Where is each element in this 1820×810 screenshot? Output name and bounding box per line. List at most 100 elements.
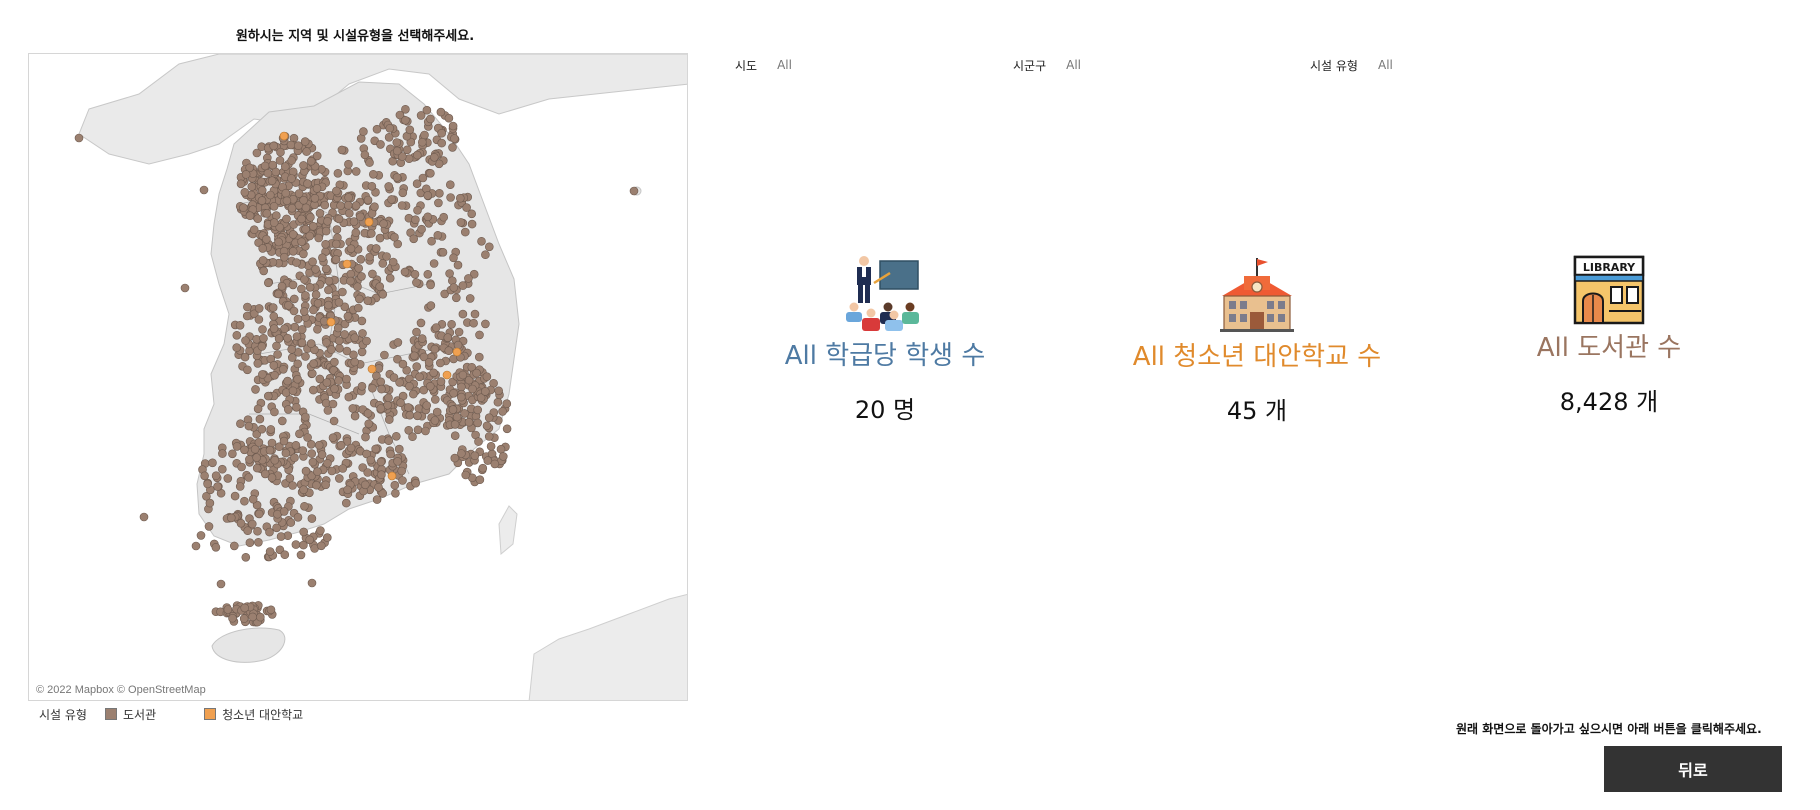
- facility-dot-library[interactable]: [230, 541, 239, 551]
- facility-dot-library[interactable]: [401, 116, 410, 125]
- facility-dot-library[interactable]: [343, 311, 353, 321]
- facility-dot-library[interactable]: [299, 540, 308, 550]
- facility-dot-library[interactable]: [288, 280, 298, 290]
- facility-dot-library[interactable]: [455, 193, 465, 203]
- facility-dot-library[interactable]: [252, 453, 261, 462]
- facility-dot-library[interactable]: [223, 474, 233, 483]
- facility-dot-library[interactable]: [351, 201, 361, 210]
- facility-dot-library[interactable]: [308, 222, 318, 231]
- facility-dot-library[interactable]: [312, 184, 322, 193]
- facility-dot-library[interactable]: [251, 385, 260, 394]
- facility-dot-library[interactable]: [314, 440, 324, 450]
- facility-dot-library[interactable]: [299, 485, 308, 495]
- facility-dot-library[interactable]: [426, 280, 435, 290]
- facility-dot-library[interactable]: [203, 479, 212, 489]
- facility-dot-library[interactable]: [297, 214, 306, 224]
- facility-dot-library[interactable]: [293, 359, 303, 369]
- facility-dot-alternative-school[interactable]: [442, 370, 452, 380]
- facility-dot-library[interactable]: [262, 235, 271, 244]
- facility-dot-library[interactable]: [452, 412, 462, 422]
- facility-dot-library[interactable]: [276, 532, 286, 541]
- facility-dot-library[interactable]: [502, 399, 512, 409]
- facility-dot-library[interactable]: [386, 449, 395, 459]
- facility-dot-library[interactable]: [464, 417, 474, 427]
- facility-dot-library[interactable]: [629, 186, 639, 196]
- facility-dot-library[interactable]: [398, 359, 408, 369]
- facility-dot-library[interactable]: [334, 376, 343, 385]
- facility-dot-library[interactable]: [308, 257, 317, 266]
- facility-dot-library[interactable]: [377, 384, 386, 394]
- facility-dot-library[interactable]: [445, 180, 455, 189]
- facility-dot-library[interactable]: [482, 372, 492, 382]
- facility-dot-library[interactable]: [375, 282, 385, 291]
- facility-dot-library[interactable]: [280, 162, 290, 171]
- facility-dot-library[interactable]: [376, 140, 385, 149]
- facility-dot-library[interactable]: [211, 542, 221, 552]
- facility-dot-library[interactable]: [236, 419, 245, 429]
- facility-dot-library[interactable]: [279, 364, 288, 374]
- facility-dot-library[interactable]: [316, 541, 326, 551]
- facility-dot-library[interactable]: [299, 161, 308, 170]
- facility-dot-library[interactable]: [248, 612, 257, 622]
- facility-dot-library[interactable]: [412, 327, 421, 337]
- facility-dot-library[interactable]: [353, 282, 362, 291]
- facility-dot-library[interactable]: [338, 287, 347, 297]
- facility-dot-library[interactable]: [367, 182, 377, 191]
- facility-dot-library[interactable]: [286, 140, 296, 150]
- facility-dot-library[interactable]: [308, 457, 318, 467]
- facility-dot-library[interactable]: [359, 127, 368, 136]
- facility-dot-library[interactable]: [357, 347, 367, 357]
- facility-dot-library[interactable]: [299, 527, 309, 537]
- legend-item-library[interactable]: 도서관: [104, 706, 156, 723]
- facility-dot-library[interactable]: [297, 338, 307, 348]
- facility-dot-library[interactable]: [334, 298, 344, 307]
- facility-dot-library[interactable]: [395, 378, 404, 387]
- facility-dot-library[interactable]: [280, 252, 289, 262]
- facility-dot-library[interactable]: [417, 137, 427, 147]
- facility-dot-library[interactable]: [473, 405, 483, 415]
- facility-dot-library[interactable]: [253, 404, 263, 414]
- facility-dot-library[interactable]: [257, 424, 267, 434]
- facility-dot-library[interactable]: [448, 405, 458, 414]
- facility-dot-library[interactable]: [254, 537, 263, 547]
- facility-dot-library[interactable]: [344, 159, 353, 169]
- facility-dot-library[interactable]: [315, 374, 325, 384]
- facility-dot-library[interactable]: [288, 386, 298, 396]
- facility-dot-library[interactable]: [299, 307, 309, 316]
- facility-dot-library[interactable]: [438, 248, 448, 257]
- facility-dot-library[interactable]: [322, 338, 331, 347]
- facility-dot-library[interactable]: [253, 359, 263, 368]
- facility-dot-library[interactable]: [451, 293, 461, 303]
- facility-dot-library[interactable]: [461, 470, 471, 480]
- facility-dot-library[interactable]: [218, 449, 227, 458]
- filter-sigungu-value[interactable]: All: [1066, 58, 1081, 72]
- facility-dot-library[interactable]: [320, 200, 330, 210]
- facility-dot-library[interactable]: [265, 527, 274, 537]
- facility-dot-library[interactable]: [310, 194, 320, 203]
- facility-dot-library[interactable]: [235, 482, 245, 491]
- facility-dot-library[interactable]: [273, 350, 282, 359]
- facility-dot-library[interactable]: [350, 411, 360, 421]
- facility-dot-library[interactable]: [235, 320, 245, 330]
- facility-dot-library[interactable]: [454, 327, 464, 337]
- facility-dot-library[interactable]: [468, 384, 477, 394]
- facility-dot-library[interactable]: [432, 407, 442, 417]
- facility-dot-library[interactable]: [242, 311, 252, 321]
- facility-dot-library[interactable]: [375, 233, 385, 243]
- legend-item-alternative-school[interactable]: 청소년 대안학교: [204, 706, 303, 723]
- facility-dot-library[interactable]: [285, 473, 295, 483]
- facility-dot-library[interactable]: [287, 156, 297, 165]
- facility-dot-library[interactable]: [288, 230, 298, 239]
- facility-dot-library[interactable]: [427, 236, 436, 246]
- facility-dot-library[interactable]: [223, 605, 233, 614]
- facility-dot-library[interactable]: [379, 219, 388, 228]
- facility-dot-library[interactable]: [398, 476, 407, 485]
- facility-dot-library[interactable]: [405, 410, 415, 420]
- facility-dot-library[interactable]: [297, 237, 306, 247]
- facility-dot-library[interactable]: [376, 404, 386, 413]
- facility-dot-library[interactable]: [444, 113, 454, 123]
- facility-dot-library[interactable]: [321, 264, 331, 274]
- facility-dot-library[interactable]: [301, 412, 310, 422]
- facility-dot-library[interactable]: [481, 319, 490, 329]
- facility-dot-library[interactable]: [435, 358, 445, 368]
